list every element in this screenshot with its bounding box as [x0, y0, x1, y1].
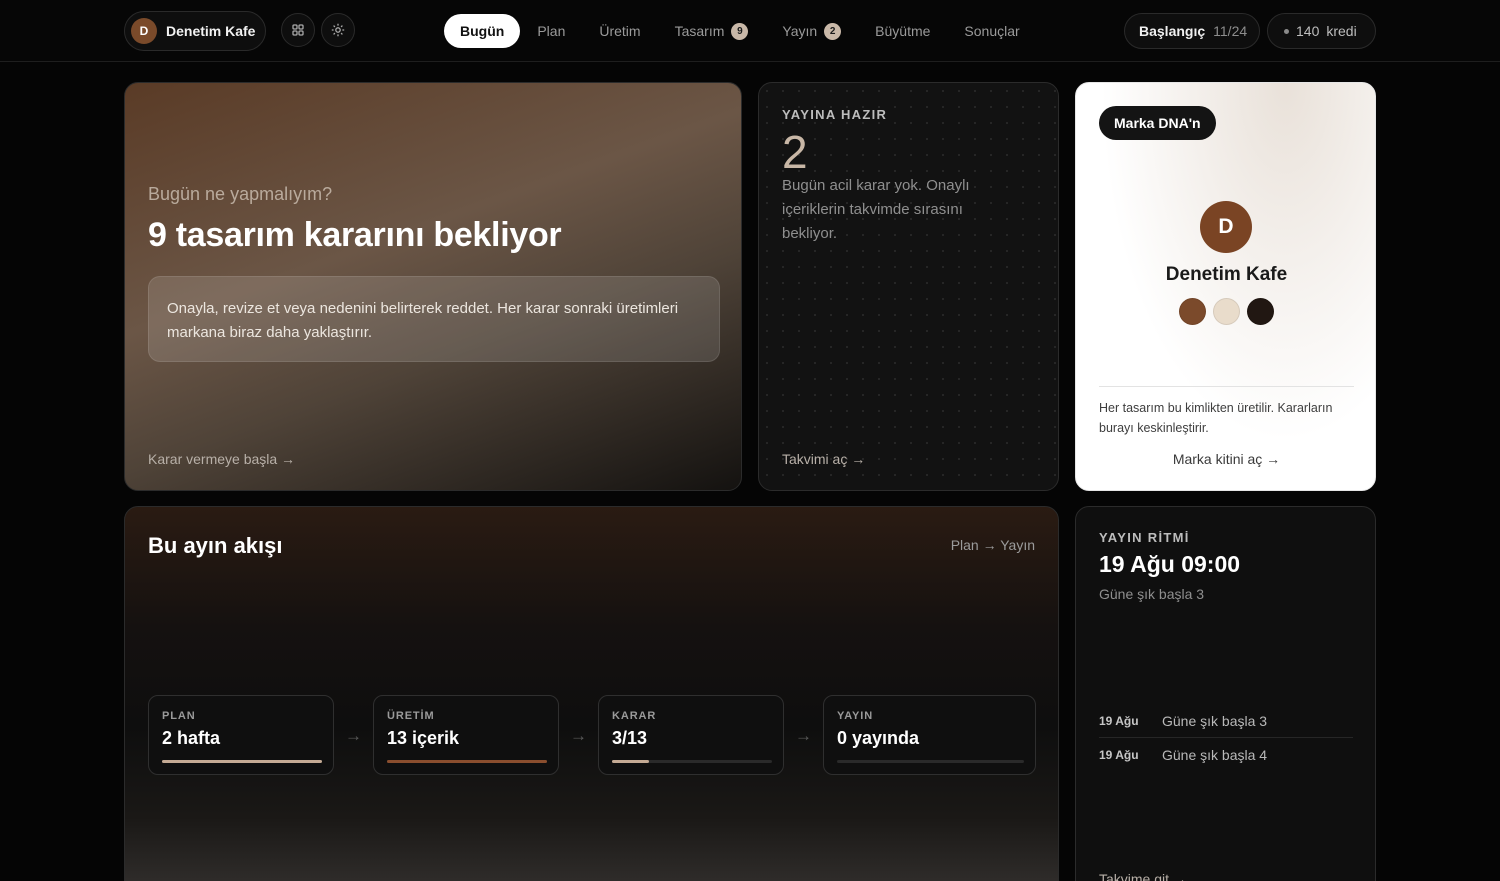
- nav-tab-label: Bugün: [460, 23, 505, 39]
- flow-step-label: KARAR: [612, 710, 657, 722]
- schedule-row[interactable]: 19 Ağu Güne şık başla 3: [1099, 704, 1353, 738]
- flow-arrow-icon: →: [570, 726, 587, 745]
- next-publish-time: 19 Ağu 09:00: [1099, 551, 1241, 577]
- brand-name: Denetim Kafe: [166, 23, 256, 39]
- flow-step-progress: [837, 760, 1024, 763]
- flow-step-value: 2 hafta: [162, 728, 221, 748]
- flow-step-progress: [387, 760, 547, 763]
- brand-switcher[interactable]: D Denetim Kafe: [124, 11, 266, 51]
- gear-icon: [331, 23, 345, 37]
- hero-eyebrow: Bugün ne yapmalıyım?: [148, 184, 333, 204]
- nav-tab-0[interactable]: Bugün: [444, 14, 521, 48]
- nav-tab-2[interactable]: Üretim: [582, 14, 657, 48]
- brand-avatar: D: [131, 18, 157, 44]
- brand-color-swatch[interactable]: [1247, 298, 1274, 325]
- credit-label: kredi: [1326, 23, 1357, 39]
- rhythm-eyebrow: YAYIN RİTMİ: [1099, 530, 1190, 545]
- nav-tab-label: Tasarım: [674, 23, 725, 39]
- flow-arrow-icon: →: [345, 726, 362, 745]
- open-brand-kit-link[interactable]: Marka kitini aç →: [1076, 451, 1375, 467]
- nav-tab-label: Plan: [537, 23, 566, 39]
- nav-tab-label: Sonuçlar: [964, 23, 1020, 39]
- flow-step[interactable]: KARAR 3/13: [598, 695, 784, 775]
- nav-tab-3[interactable]: Tasarım 9: [658, 14, 766, 48]
- flow-arrow-icon: →: [795, 726, 812, 745]
- flow-step[interactable]: YAYIN 0 yayında: [823, 695, 1036, 775]
- credit-dot-icon: [1284, 28, 1289, 34]
- ready-to-publish-card: YAYINA HAZIR 2 Bugün acil karar yok. Ona…: [758, 82, 1059, 491]
- nav-tab-label: Büyütme: [875, 23, 931, 39]
- nav-tab-label: Üretim: [599, 23, 641, 39]
- schedule-date: 19 Ağu: [1099, 713, 1139, 728]
- flow-step-progress-fill: [612, 760, 649, 763]
- flow-step-value: 0 yayında: [837, 728, 920, 748]
- brand-color-swatches: [1179, 298, 1274, 325]
- flow-step-progress-fill: [387, 760, 547, 763]
- plan-status[interactable]: Başlangıç 11/24: [1124, 13, 1260, 49]
- nav-tab-5[interactable]: Büyütme: [858, 14, 947, 48]
- next-publish-title: Güne şık başla 3: [1099, 586, 1205, 602]
- divider: [1099, 386, 1354, 387]
- grid-icon: [292, 24, 304, 36]
- flow-step[interactable]: ÜRETİM 13 içerik: [373, 695, 559, 775]
- main-nav: Bugün Plan Üretim Tasarım 9 Yayın 2 Büyütme Sonu…: [444, 14, 1037, 48]
- nav-tab-badge: 2: [824, 22, 842, 40]
- brand-dna-avatar: D: [1200, 201, 1252, 253]
- publish-rhythm-card: YAYIN RİTMİ 19 Ağu 09:00 Güne şık başla …: [1075, 506, 1376, 881]
- brand-dna-name: Denetim Kafe: [1165, 264, 1288, 285]
- brand-dna-chip: Marka DNA'n: [1099, 106, 1216, 140]
- schedule-date: 19 Ağu: [1099, 748, 1139, 762]
- schedule-title: Güne şık başla 3: [1162, 712, 1268, 729]
- hero-description: Onayla, revize et veya nedenini belirter…: [148, 276, 720, 362]
- nav-tab-6[interactable]: Sonuçlar: [947, 14, 1036, 48]
- flow-step-value: 3/13: [612, 728, 648, 748]
- credit-amount: 140: [1296, 23, 1320, 39]
- flow-step-progress: [162, 760, 322, 763]
- monthly-flow-card: Bu ayın akışı Plan → Yayın PLAN 2 hafta → Ü…: [124, 506, 1059, 881]
- flow-step-label: PLAN: [162, 710, 196, 722]
- flow-step-label: YAYIN: [837, 710, 874, 722]
- flow-step[interactable]: PLAN 2 hafta: [148, 695, 334, 775]
- go-to-calendar-link[interactable]: Takvime git →: [1099, 871, 1187, 881]
- today-hero-card: Bugün ne yapmalıyım? 9 tasarım kararını …: [124, 82, 742, 491]
- brand-dna-card: Marka DNA'n D Denetim Kafe Her tasarım b…: [1075, 82, 1376, 491]
- flow-step-progress-fill: [162, 760, 322, 763]
- flow-range-label: Plan → Yayın: [950, 537, 1035, 553]
- top-bar: D Denetim Kafe Bugün Plan Üretim Tasarım 9 Ya…: [0, 0, 1500, 62]
- settings-button[interactable]: [321, 13, 355, 47]
- brand-dna-description: Her tasarım bu kimlikten üretilir. Karar…: [1099, 401, 1333, 435]
- flow-step-value: 13 içerik: [387, 728, 460, 748]
- plan-name: Başlangıç: [1139, 23, 1206, 39]
- hero-title: 9 tasarım kararını bekliyor: [148, 216, 562, 254]
- schedule-row[interactable]: 19 Ağu Güne şık başla 4: [1099, 738, 1353, 772]
- ready-description: Bugün acil karar yok. Onaylı içeriklerin…: [782, 177, 970, 242]
- apps-button[interactable]: [281, 13, 315, 47]
- brand-color-swatch[interactable]: [1213, 298, 1240, 325]
- flow-title: Bu ayın akışı: [148, 533, 283, 558]
- flow-step-label: ÜRETİM: [387, 710, 435, 722]
- ready-count: 2: [782, 126, 808, 178]
- credit-balance[interactable]: 140 kredi: [1267, 13, 1376, 49]
- plan-usage: 11/24: [1213, 23, 1248, 39]
- nav-tab-badge: 9: [731, 22, 749, 40]
- flow-step-progress: [612, 760, 772, 763]
- schedule-title: Güne şık başla 4: [1162, 747, 1268, 763]
- nav-tab-label: Yayın: [782, 23, 818, 39]
- nav-tab-1[interactable]: Plan: [520, 14, 582, 48]
- start-deciding-link[interactable]: Karar vermeye başla →: [148, 451, 295, 467]
- brand-color-swatch[interactable]: [1179, 298, 1206, 325]
- ready-eyebrow: YAYINA HAZIR: [782, 107, 888, 122]
- open-calendar-link[interactable]: Takvimi aç →: [782, 451, 865, 467]
- nav-tab-4[interactable]: Yayın 2: [765, 14, 858, 48]
